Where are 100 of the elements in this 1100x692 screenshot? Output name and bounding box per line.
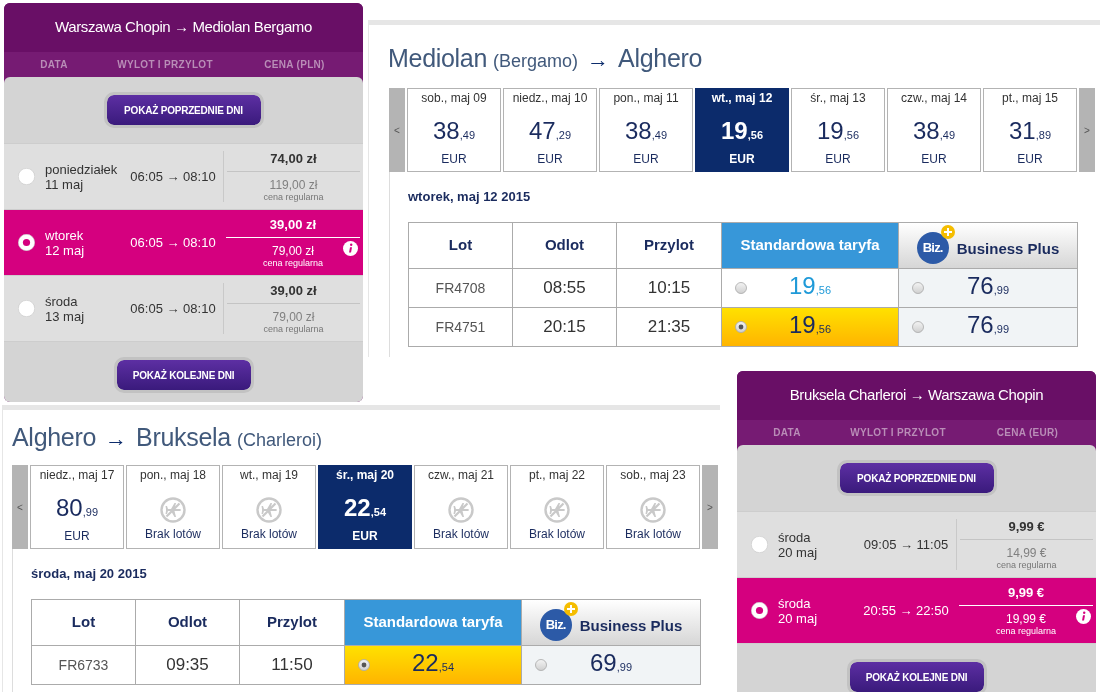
fare-cell[interactable]: 76,99 (899, 308, 1078, 347)
selected-date-heading: wtorek, maj 12 2015 (408, 189, 531, 205)
date-label: śr., maj 13 (810, 90, 866, 105)
previous-days-button[interactable]: POKAŻ POPRZEDNIE DNI (836, 460, 997, 496)
radio-button[interactable] (18, 234, 35, 251)
fare-price: 38,49 (913, 118, 955, 146)
date-label: wt., maj 12 (711, 90, 773, 105)
price: 9,99 € (1007, 585, 1045, 600)
date-tab[interactable]: czw., maj 21 Brak lotów (414, 465, 508, 549)
radio-button[interactable] (735, 321, 747, 333)
date-label: pon., maj 18 (139, 467, 206, 482)
date-tab[interactable]: pon., maj 11 38,49 EUR (599, 88, 693, 172)
column-header-label: Business Plus (579, 616, 683, 637)
date-tab[interactable]: niedz., maj 17 80,99 EUR (30, 465, 124, 549)
flight-times: 09:05 → 11:05 (863, 535, 949, 554)
fare-cell[interactable]: 69,99 (522, 646, 701, 685)
info-icon[interactable] (343, 241, 358, 256)
radio-button[interactable] (358, 659, 370, 671)
price: 39,00 zł (269, 217, 317, 232)
previous-button[interactable]: < (12, 465, 28, 549)
date-label: sob., maj 23 (620, 467, 686, 482)
flight-option-row[interactable]: wtorek 12 maj 06:05 → 08:10 39,00 zł 79,00 zł cena regularna (4, 209, 363, 275)
column-header: CENA (EUR) (995, 426, 1060, 440)
info-icon[interactable] (1076, 609, 1091, 624)
previous-button[interactable]: < (389, 88, 405, 172)
biz-logo: Biz. (539, 608, 572, 641)
plus-badge-icon (563, 601, 578, 616)
date-tab[interactable]: śr., maj 13 19,56 EUR (791, 88, 885, 172)
radio-button[interactable] (535, 659, 547, 671)
fare-price: 31,89 (1009, 118, 1051, 146)
radio-button[interactable] (18, 168, 35, 185)
date-label: sob., maj 09 (421, 90, 487, 105)
radio-button[interactable] (18, 300, 35, 317)
table-cell: 08:55 (513, 269, 617, 308)
fare-price: 69,99 (590, 649, 632, 678)
fare-cell[interactable]: 76,99 (899, 269, 1078, 308)
date-tab[interactable]: śr., maj 20 22,54 EUR (318, 465, 412, 549)
next-days-button[interactable]: POKAŻ KOLEJNE DNI (846, 659, 987, 692)
date-tab[interactable]: niedz., maj 10 47,29 EUR (503, 88, 597, 172)
no-flights-icon (544, 497, 570, 523)
date-tab[interactable]: pt., maj 15 31,89 EUR (983, 88, 1077, 172)
flight-option-row[interactable]: środa 20 maj 20:55 → 22:50 9,99 € 19,99 € cena regularna (737, 577, 1096, 643)
next-button[interactable]: > (702, 465, 718, 549)
regular-price-label: cena regularna (995, 626, 1056, 636)
column-header: Przylot (240, 600, 345, 646)
fare-price: 38,49 (433, 118, 475, 146)
column-header: Lot (32, 600, 136, 646)
radio-button[interactable] (751, 536, 768, 553)
day-date: 20 maj (778, 610, 819, 626)
day-date: 13 maj (45, 308, 86, 324)
radio-button[interactable] (735, 282, 747, 294)
regular-price: 19,99 € (1005, 612, 1046, 626)
date-tab[interactable]: pt., maj 22 Brak lotów (510, 465, 604, 549)
date-tab[interactable]: pon., maj 18 Brak lotów (126, 465, 220, 549)
fare-price: 19,56 (817, 118, 859, 146)
no-flights-icon (160, 497, 186, 523)
biz-logo: Biz. (916, 231, 949, 264)
fare-price: 47,29 (529, 118, 571, 146)
next-days-button[interactable]: POKAŻ KOLEJNE DNI (113, 357, 254, 393)
flight-option-row[interactable]: środa 13 maj 06:05 → 08:10 39,00 zł 79,00 zł cena regularna (4, 275, 363, 341)
day-date: 20 maj (778, 544, 819, 560)
currency-label: EUR (441, 152, 467, 166)
next-button[interactable]: > (1079, 88, 1095, 172)
currency-label: EUR (352, 529, 378, 543)
previous-days-button[interactable]: POKAŻ POPRZEDNIE DNI (103, 92, 264, 128)
no-flights-icon (640, 497, 666, 523)
date-label: niedz., maj 17 (39, 467, 115, 482)
fare-price: 19,56 (789, 311, 831, 340)
currency-label: EUR (1017, 152, 1043, 166)
regular-price: 119,00 zł (269, 178, 318, 192)
flight-option-row[interactable]: środa 20 maj 09:05 → 11:05 9,99 € 14,99 € cena regularna (737, 511, 1096, 577)
currency-label: EUR (729, 152, 755, 166)
date-tab[interactable]: sob., maj 09 38,49 EUR (407, 88, 501, 172)
day-name: poniedziałek (45, 161, 119, 177)
fare-price: 76,99 (967, 272, 1009, 301)
flight-option-row[interactable]: poniedziałek 11 maj 06:05 → 08:10 74,00 zł 119,00 zł cena regularna (4, 143, 363, 209)
panel-title: Bruksela Charleroi → Warszawa Chopin (789, 385, 1044, 406)
route-city: Alghero (12, 422, 97, 452)
date-label: śr., maj 20 (335, 467, 394, 482)
radio-button[interactable] (912, 282, 924, 294)
date-tab[interactable]: wt., maj 19 Brak lotów (222, 465, 316, 549)
route-airport: (Bergamo) (493, 50, 579, 73)
date-tab[interactable]: sob., maj 23 Brak lotów (606, 465, 700, 549)
date-tab[interactable]: wt., maj 12 19,56 EUR (695, 88, 789, 172)
regular-price-label: cena regularna (263, 192, 324, 202)
regular-price: 79,00 zł (272, 310, 315, 324)
date-tab[interactable]: czw., maj 14 38,49 EUR (887, 88, 981, 172)
regular-price: 79,00 zł (272, 244, 314, 258)
column-header: Odlot (513, 223, 617, 269)
fare-price: 80,99 (56, 495, 98, 523)
flight-times: 20:55 → 22:50 (863, 601, 949, 620)
column-header: Standardowa taryfa (722, 223, 899, 269)
radio-button[interactable] (751, 602, 768, 619)
fare-cell[interactable]: 19,56 (722, 308, 899, 347)
fare-cell[interactable]: 22,54 (345, 646, 522, 685)
column-header: Standardowa taryfa (345, 600, 522, 646)
date-label: czw., maj 14 (901, 90, 967, 105)
radio-button[interactable] (912, 321, 924, 333)
fare-price: 19,56 (721, 118, 763, 146)
table-cell: FR4708 (409, 269, 513, 308)
